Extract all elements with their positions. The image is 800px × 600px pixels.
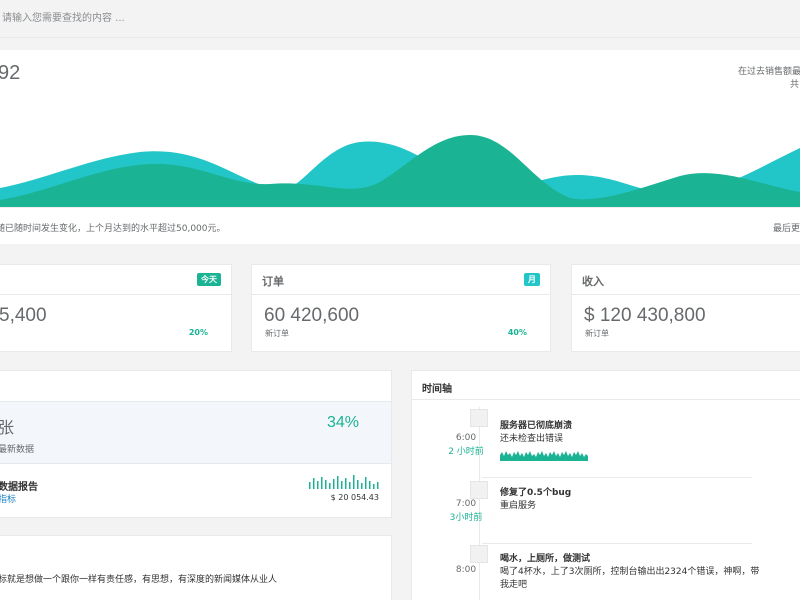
timeline-marker — [470, 545, 488, 563]
card-header: 今天 — [0, 265, 231, 295]
hero-footer-note: 随已随时间发生变化，上个月达到的水平超过50,000元。 — [0, 224, 226, 234]
event-time: 6:00 — [455, 433, 477, 443]
timeline-divider — [412, 399, 800, 400]
event-body: 喝了4杯水，上了3次厕所，控制台输出出2324个错误，神啊，带我走吧 — [500, 567, 760, 590]
timeline-panel: 时间轴 6:00 2 小时前 服务器已彻底崩溃 还未检查出错误 7:00 3小时… — [411, 370, 800, 600]
event-ago: 2 小时前 — [448, 447, 484, 457]
timeline-title: 时间轴 — [422, 384, 452, 395]
card-subtitle: 新订单 — [265, 329, 289, 338]
timeline-separator — [482, 477, 752, 478]
timeline-marker — [470, 409, 488, 427]
highlight-title: 张 — [0, 418, 15, 437]
timeline-time: 6:00 2 小时前 — [438, 431, 494, 459]
top-bar — [0, 0, 800, 38]
highlight-subtitle: 最新数据 — [0, 445, 35, 455]
event-title: 服务器已彻底崩溃 — [500, 421, 573, 431]
event-ago: 3小时前 — [449, 513, 483, 523]
card-percent: 20% — [188, 328, 208, 337]
event-title: 喝水，上厕所，做测试 — [500, 554, 591, 564]
event-sparkline — [500, 451, 588, 461]
timeline-separator — [482, 543, 752, 544]
stat-card-today: 今天 5,400 20% — [0, 264, 232, 352]
report-amount: $ 20 054.43 — [330, 493, 379, 502]
card-title: 收入 — [582, 275, 604, 288]
stat-card-orders: 订单 月 60 420,600 新订单 40% — [251, 264, 551, 352]
timeline-time: 8:00 — [438, 563, 494, 577]
sales-overview-panel: 92 在过去销售额最高 共 随已随时间发生变化，上个月达到的水平超过50,000… — [0, 50, 800, 244]
stat-card-revenue: 收入 $ 120 430,800 新订单 — [571, 264, 800, 352]
highlight-row: 张 最新数据 34% — [0, 401, 391, 464]
report-link[interactable]: 指标 — [0, 492, 16, 505]
period-badge: 月 — [524, 273, 540, 286]
event-body: 还未检查出错误 — [500, 434, 564, 444]
timeline-time: 7:00 3小时前 — [438, 497, 494, 525]
report-title: 数据报告 — [0, 482, 38, 493]
period-badge: 今天 — [197, 273, 221, 286]
card-value: 60 420,600 — [264, 305, 360, 326]
hero-footer-updated: 最后更 — [772, 224, 800, 234]
event-title: 修复了0.5个bug — [500, 488, 572, 498]
report-sparkline — [309, 475, 379, 489]
wave-series-green — [0, 135, 800, 207]
event-time: 7:00 — [455, 499, 477, 509]
news-text: 标就是想做一个跟你一样有责任感，有思想，有深度的新闻媒体从业人 — [0, 575, 278, 585]
card-percent: 40% — [507, 328, 527, 337]
area-wave-chart — [0, 135, 800, 207]
event-body: 重启服务 — [500, 501, 537, 511]
card-subtitle: 新订单 — [585, 329, 609, 338]
card-header: 订单 月 — [252, 265, 550, 295]
hero-footer: 随已随时间发生变化，上个月达到的水平超过50,000元。 最后更 — [0, 207, 800, 244]
card-header: 收入 — [572, 265, 800, 295]
event-time: 8:00 — [455, 565, 477, 575]
card-title: 订单 — [262, 275, 284, 288]
summary-panel: 张 最新数据 34% 数据报告 指标 $ 20 054.43 — [0, 370, 392, 518]
card-value: $ 120 430,800 — [584, 305, 706, 326]
search-input[interactable] — [0, 6, 636, 30]
news-panel: 标就是想做一个跟你一样有责任感，有思想，有深度的新闻媒体从业人 — [0, 535, 392, 600]
highlight-percent: 34% — [326, 414, 359, 431]
card-value: 5,400 — [0, 305, 47, 326]
